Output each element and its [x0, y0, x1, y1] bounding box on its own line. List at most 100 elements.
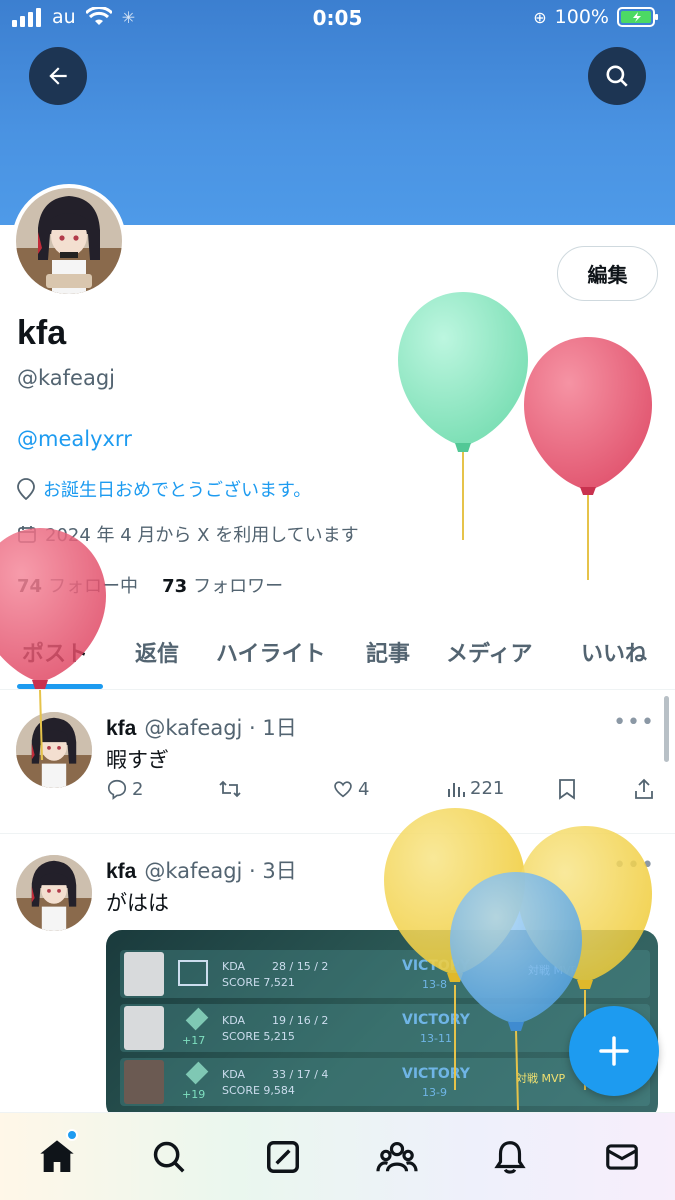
mvp-tag: 対戦 MVP	[528, 964, 578, 977]
match-result-row: KDA 28 / 15 / 2 SCORE 7,521 VICTORY 13-8…	[120, 950, 650, 998]
kda-label: KDA	[222, 1014, 246, 1027]
tab-posts[interactable]: ポスト	[22, 636, 88, 668]
agent-portrait	[124, 1006, 164, 1050]
profile-avatar[interactable]	[12, 184, 126, 298]
reply-icon	[107, 779, 127, 800]
location-text[interactable]: お誕生日おめでとうございます。	[43, 476, 311, 502]
following-link[interactable]: 74 フォロー中	[17, 572, 138, 598]
post-meta: @kafeagj · 3日	[144, 859, 297, 883]
bottom-navigation	[0, 1112, 675, 1200]
reply-button[interactable]: 2	[106, 778, 143, 800]
tab-articles[interactable]: 記事	[366, 636, 410, 668]
agent-portrait	[124, 952, 164, 996]
post-avatar[interactable]	[16, 855, 92, 931]
nav-grok[interactable]	[261, 1135, 305, 1179]
profile-handle: @kafeagj	[17, 366, 116, 390]
kda-label: KDA	[222, 1068, 246, 1081]
score-text: SCORE 5,215	[222, 1030, 295, 1043]
post-media-image[interactable]: KDA 28 / 15 / 2 SCORE 7,521 VICTORY 13-8…	[106, 930, 658, 1120]
calendar-icon	[18, 526, 36, 543]
repost-icon	[219, 780, 241, 798]
tab-replies[interactable]: 返信	[135, 636, 179, 668]
tab-media[interactable]: メディア	[446, 636, 532, 668]
nav-home[interactable]	[35, 1135, 79, 1179]
bio-mention-link[interactable]: @mealyxrr	[17, 427, 132, 451]
nav-communities[interactable]	[375, 1135, 419, 1179]
kda-value: 33 / 17 / 4	[272, 1068, 329, 1081]
post-avatar[interactable]	[16, 712, 92, 788]
rank-change: +19	[182, 1088, 206, 1101]
scrollbar[interactable]	[664, 696, 669, 762]
post-actions: 2 4 221	[106, 778, 658, 808]
kda-value: 28 / 15 / 2	[272, 960, 329, 973]
plus-icon	[599, 1036, 629, 1066]
view-count: 221	[470, 778, 505, 799]
score-text: SCORE 9,584	[222, 1084, 295, 1097]
bar-chart-icon	[448, 782, 465, 797]
kda-value: 19 / 16 / 2	[272, 1014, 329, 1027]
bookmark-icon	[559, 779, 575, 800]
score-text: SCORE 7,521	[222, 976, 295, 989]
profile-joined: 2024 年 4 月から X を利用しています	[17, 521, 359, 547]
search-button[interactable]	[588, 47, 646, 105]
location-pin-icon	[17, 478, 35, 500]
rank-icon	[185, 1061, 209, 1085]
repost-button[interactable]	[218, 778, 242, 800]
grok-icon	[267, 1141, 299, 1173]
arrow-left-icon	[49, 67, 67, 85]
profile-tabs: ポスト 返信 ハイライト 記事 メディア いいね	[0, 620, 675, 690]
battery-icon	[617, 7, 658, 27]
victory-text: VICTORY	[402, 958, 470, 974]
communities-icon	[376, 1141, 418, 1172]
home-icon	[40, 1140, 74, 1172]
bookmark-button[interactable]	[558, 778, 576, 800]
followers-link[interactable]: 73 フォロワー	[162, 572, 283, 598]
edit-profile-button[interactable]: 編集	[557, 246, 658, 301]
tab-highlights[interactable]: ハイライト	[216, 636, 326, 668]
following-count: 74	[17, 576, 43, 597]
round-score: 13-8	[422, 978, 447, 991]
victory-text: VICTORY	[402, 1066, 470, 1082]
avatar-illustration	[16, 188, 122, 294]
more-options-icon[interactable]: •••	[613, 853, 655, 878]
rank-icon	[185, 1007, 209, 1031]
share-button[interactable]	[634, 778, 654, 800]
nav-messages[interactable]	[600, 1135, 644, 1179]
reply-count: 2	[132, 778, 144, 800]
nav-notifications[interactable]	[488, 1135, 532, 1179]
like-count: 4	[358, 778, 370, 800]
compose-post-button[interactable]	[569, 1006, 659, 1096]
mvp-tag: 対戦 MVP	[516, 1072, 566, 1085]
envelope-icon	[606, 1144, 638, 1170]
post-author-name[interactable]: kfa	[106, 717, 136, 741]
kda-label: KDA	[222, 960, 246, 973]
rank-change: +17	[182, 1034, 206, 1047]
profile-location: お誕生日おめでとうございます。	[17, 476, 311, 502]
post-meta: @kafeagj · 1日	[144, 716, 297, 740]
followers-label: フォロワー	[193, 576, 284, 597]
battery-percent: 100%	[554, 6, 609, 28]
status-bar: au ✳ 0:05 ⊕ 100%	[0, 0, 675, 38]
post-item[interactable]: kfa @kafeagj · 1日 ••• 暇すぎ 2 4 221	[0, 692, 675, 834]
profile-name: kfa	[17, 314, 67, 352]
balloon-green	[398, 292, 528, 540]
follow-stats: 74 フォロー中 73 フォロワー	[17, 572, 283, 598]
notification-dot	[66, 1129, 78, 1141]
orientation-lock-icon: ⊕	[533, 7, 547, 27]
round-score: 13-11	[420, 1032, 452, 1045]
post-text: がはは	[106, 891, 169, 915]
balloon-red	[524, 337, 652, 580]
victory-text: VICTORY	[402, 1012, 470, 1028]
post-text: 暇すぎ	[106, 748, 169, 772]
like-button[interactable]: 4	[332, 778, 369, 800]
following-label: フォロー中	[48, 576, 139, 597]
views-button[interactable]: 221	[446, 778, 504, 799]
round-score: 13-9	[422, 1086, 447, 1099]
post-author-name[interactable]: kfa	[106, 860, 136, 884]
nav-search[interactable]	[147, 1135, 191, 1179]
tab-likes[interactable]: いいね	[581, 636, 647, 668]
followers-count: 73	[162, 576, 188, 597]
more-options-icon[interactable]: •••	[613, 710, 655, 735]
back-button[interactable]	[29, 47, 87, 105]
joined-text: 2024 年 4 月から X を利用しています	[45, 525, 359, 546]
